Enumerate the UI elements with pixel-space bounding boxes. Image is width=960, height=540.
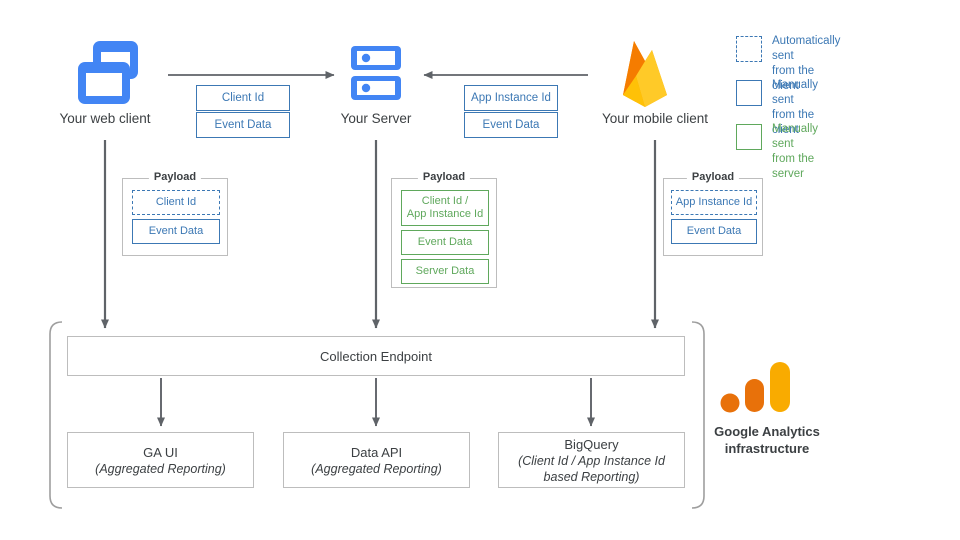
google-analytics-infrastructure-label: Google Analytics infrastructure bbox=[714, 424, 820, 456]
payload-mobile-item-event-data: Event Data bbox=[671, 219, 757, 244]
legend-swatch-solid-green bbox=[736, 124, 762, 150]
collection-endpoint-box: Collection Endpoint bbox=[67, 336, 685, 376]
payload-mobile-client: Payload App Instance Id Event Data bbox=[663, 171, 763, 256]
output-title-data-api: Data API bbox=[350, 444, 403, 460]
output-box-bigquery: BigQuery (Client Id / App Instance Id ba… bbox=[498, 432, 685, 488]
collection-endpoint-label: Collection Endpoint bbox=[319, 348, 433, 364]
payload-server-item-ids: Client Id / App Instance Id bbox=[401, 190, 489, 226]
payload-mobile-item-app-instance-id: App Instance Id bbox=[671, 190, 757, 215]
output-subtitle-data-api: (Aggregated Reporting) bbox=[311, 461, 442, 476]
firebase-flame-icon bbox=[623, 41, 667, 107]
payload-mobile-title: Payload bbox=[686, 171, 740, 183]
payload-server-item-event-data: Event Data bbox=[401, 230, 489, 255]
payload-server-title: Payload bbox=[417, 171, 471, 183]
node-label-mobile-client: Your mobile client bbox=[601, 111, 709, 126]
output-title-ga-ui: GA UI bbox=[143, 444, 178, 460]
payload-web-title: Payload bbox=[148, 171, 202, 183]
transfer-chip-event-data-mobile: Event Data bbox=[464, 112, 558, 138]
transfer-chip-event-data: Event Data bbox=[196, 112, 290, 138]
output-box-ga-ui: GA UI (Aggregated Reporting) bbox=[67, 432, 254, 488]
payload-web-client: Payload Client Id Event Data bbox=[122, 171, 228, 256]
infrastructure-bracket-right bbox=[691, 321, 705, 509]
payload-web-item-client-id: Client Id bbox=[132, 190, 220, 215]
transfer-chip-app-instance-id: App Instance Id bbox=[464, 85, 558, 111]
payload-server: Payload Client Id / App Instance Id Even… bbox=[391, 171, 497, 288]
server-rack-icon bbox=[351, 46, 401, 100]
output-box-data-api: Data API (Aggregated Reporting) bbox=[283, 432, 470, 488]
node-label-server: Your Server bbox=[340, 111, 412, 126]
legend-label-manual-server: Manually sent from the server bbox=[772, 123, 819, 180]
transfer-chip-client-id: Client Id bbox=[196, 85, 290, 111]
infrastructure-bracket-left bbox=[49, 321, 63, 509]
google-analytics-bars-icon bbox=[720, 362, 790, 413]
payload-web-item-event-data: Event Data bbox=[132, 219, 220, 244]
legend-swatch-dashed-blue bbox=[736, 36, 762, 62]
output-subtitle-bigquery: (Client Id / App Instance Id based Repor… bbox=[518, 453, 665, 484]
diagram-canvas: Your web client Your Server Your mobile … bbox=[0, 0, 960, 540]
payload-server-item-server-data: Server Data bbox=[401, 259, 489, 284]
browser-windows-icon bbox=[78, 41, 138, 104]
output-subtitle-ga-ui: (Aggregated Reporting) bbox=[95, 461, 226, 476]
node-label-web-client: Your web client bbox=[59, 111, 151, 126]
output-title-bigquery: BigQuery bbox=[564, 436, 619, 452]
legend-swatch-solid-blue bbox=[736, 80, 762, 106]
